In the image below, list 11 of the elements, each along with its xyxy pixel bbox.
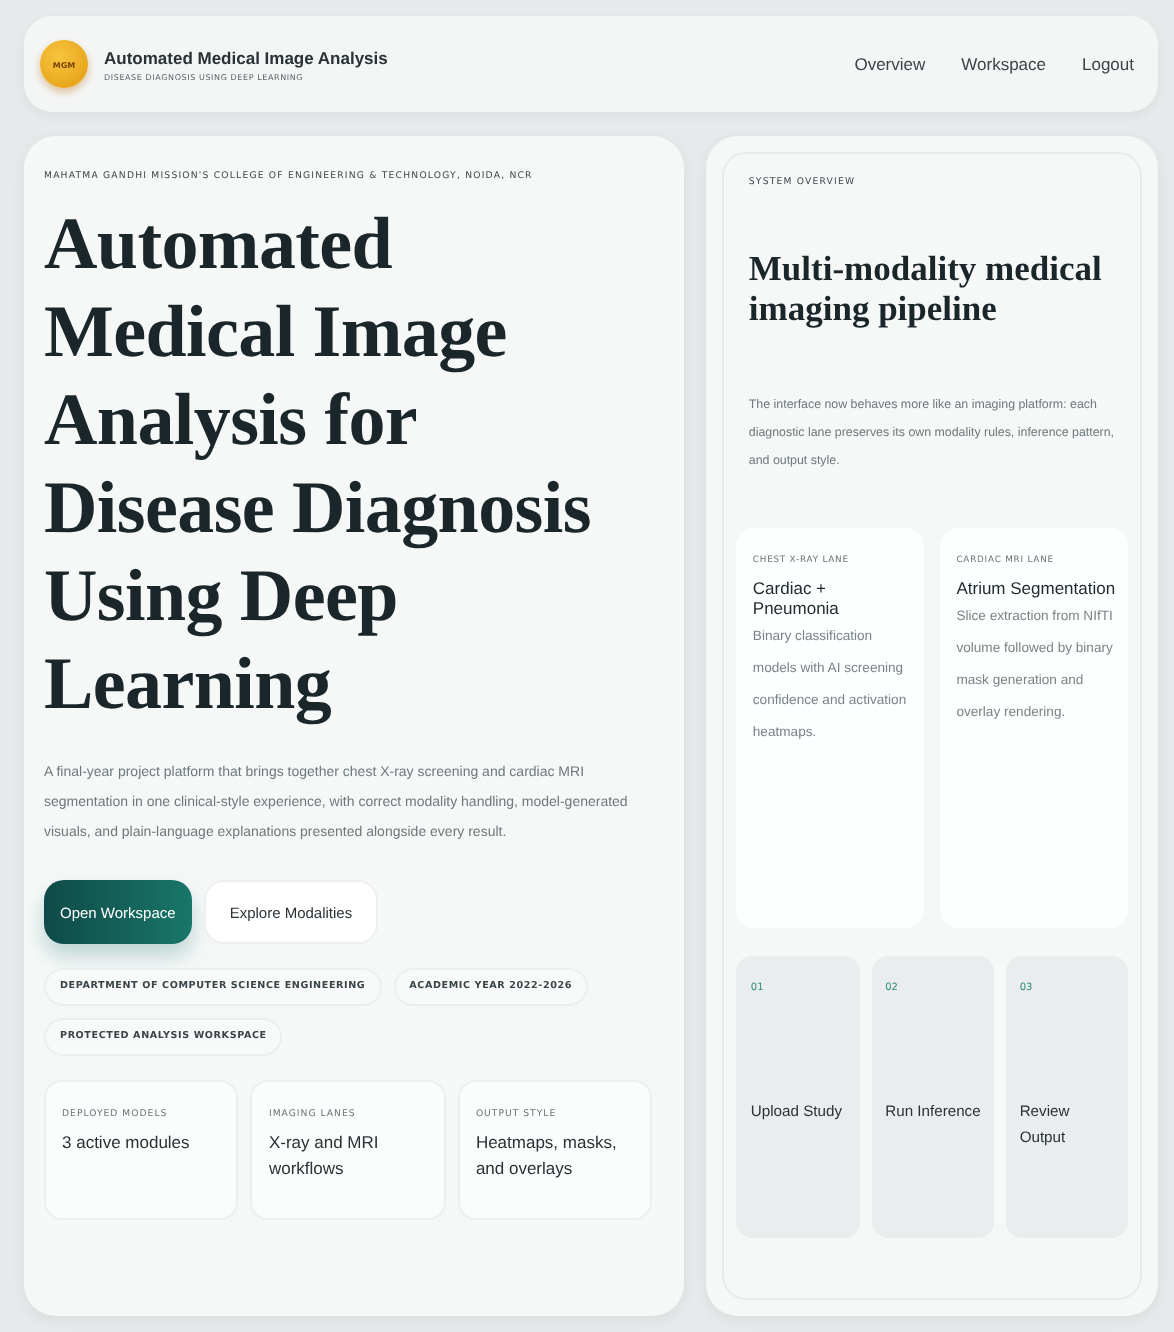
lane-title: Atrium Segmentation xyxy=(956,578,1116,598)
nav-link[interactable]: Logout xyxy=(1082,54,1134,74)
hero-title: Automated Medical Image Analysis for Disease Diagnosis Using Deep Learning xyxy=(44,202,593,730)
stat-value: Heatmaps, masks, and overlays xyxy=(475,1130,619,1182)
stat-value: 3 active modules xyxy=(62,1130,192,1156)
nav-link[interactable]: Overview xyxy=(854,54,926,74)
nav-link[interactable]: Workspace xyxy=(961,54,1046,74)
lane-title: Cardiac + Pneumonia xyxy=(752,578,841,618)
stat-value: X-ray and MRI workflows xyxy=(268,1130,381,1182)
app-title: Automated Medical Image Analysis xyxy=(104,47,388,67)
overview-title: Multi-modality medical imaging pipeline xyxy=(748,248,1104,328)
